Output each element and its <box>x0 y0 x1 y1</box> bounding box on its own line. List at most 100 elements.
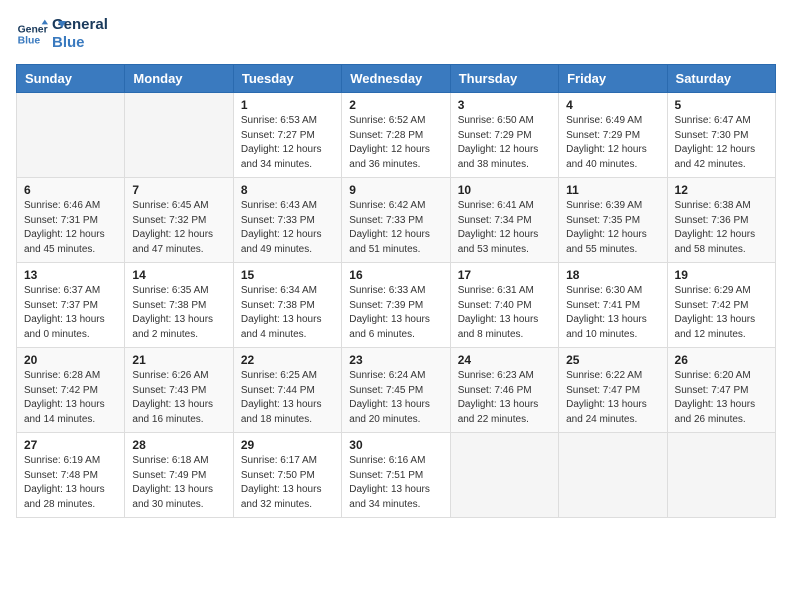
day-info: Sunrise: 6:39 AM Sunset: 7:35 PM Dayligh… <box>566 199 659 257</box>
calendar-cell: 12Sunrise: 6:38 AM Sunset: 7:36 PM Dayli… <box>667 178 775 263</box>
day-number: 18 <box>566 268 659 282</box>
calendar-week-row: 1 Sunrise: 6:53 AM Sunset: 7:27 PM Daylig… <box>17 93 776 178</box>
calendar-cell: 30Sunrise: 6:16 AM Sunset: 7:51 PM Dayli… <box>342 433 450 518</box>
svg-text:Blue: Blue <box>18 36 41 47</box>
calendar-cell: 27 Sunrise: 6:19 AM Sunset: 7:48 PM Dayli… <box>17 433 125 518</box>
calendar-cell: 5 Sunrise: 6:47 AM Sunset: 7:30 PM Daylig… <box>667 93 775 178</box>
calendar-cell: 6Sunrise: 6:46 AM Sunset: 7:31 PM Daylig… <box>17 178 125 263</box>
day-info: Sunrise: 6:24 AM Sunset: 7:45 PM Dayligh… <box>349 369 442 427</box>
calendar-cell: 4Sunrise: 6:49 AM Sunset: 7:29 PM Daylig… <box>559 93 667 178</box>
day-info: Sunrise: 6:28 AM Sunset: 7:42 PM Dayligh… <box>24 369 117 427</box>
calendar-cell: 24Sunrise: 6:23 AM Sunset: 7:46 PM Dayli… <box>450 348 558 433</box>
day-number: 21 <box>132 353 225 367</box>
day-number: 28 <box>132 438 225 452</box>
calendar-cell: 15 Sunrise: 6:34 AM Sunset: 7:38 PM Dayli… <box>233 263 341 348</box>
day-number: 16 <box>349 268 442 282</box>
day-info: Sunrise: 6:52 AM Sunset: 7:28 PM Dayligh… <box>349 114 442 172</box>
day-info: Sunrise: 6:18 AM Sunset: 7:49 PM Dayligh… <box>132 454 225 512</box>
day-info: Sunrise: 6:29 AM Sunset: 7:42 PM Dayligh… <box>675 284 768 342</box>
calendar-cell: 21 Sunrise: 6:26 AM Sunset: 7:43 PM Dayli… <box>125 348 233 433</box>
logo: General Blue General Blue <box>16 16 66 52</box>
day-number: 26 <box>675 353 768 367</box>
calendar-cell: 7 Sunrise: 6:45 AM Sunset: 7:32 PM Daylig… <box>125 178 233 263</box>
calendar-cell <box>450 433 558 518</box>
calendar-cell: 26 Sunrise: 6:20 AM Sunset: 7:47 PM Dayli… <box>667 348 775 433</box>
day-info: Sunrise: 6:20 AM Sunset: 7:47 PM Dayligh… <box>675 369 768 427</box>
day-info: Sunrise: 6:53 AM Sunset: 7:27 PM Dayligh… <box>241 114 334 172</box>
calendar-cell: 9 Sunrise: 6:42 AM Sunset: 7:33 PM Daylig… <box>342 178 450 263</box>
day-number: 25 <box>566 353 659 367</box>
logo-icon: General Blue <box>16 18 48 50</box>
column-header-wednesday: Wednesday <box>342 65 450 93</box>
day-number: 24 <box>458 353 551 367</box>
day-info: Sunrise: 6:49 AM Sunset: 7:29 PM Dayligh… <box>566 114 659 172</box>
calendar-cell: 19 Sunrise: 6:29 AM Sunset: 7:42 PM Dayli… <box>667 263 775 348</box>
calendar-cell: 11 Sunrise: 6:39 AM Sunset: 7:35 PM Dayli… <box>559 178 667 263</box>
calendar-cell <box>667 433 775 518</box>
day-info: Sunrise: 6:31 AM Sunset: 7:40 PM Dayligh… <box>458 284 551 342</box>
calendar-header-row: SundayMondayTuesdayWednesdayThursdayFrid… <box>17 65 776 93</box>
day-info: Sunrise: 6:17 AM Sunset: 7:50 PM Dayligh… <box>241 454 334 512</box>
day-info: Sunrise: 6:38 AM Sunset: 7:36 PM Dayligh… <box>675 199 768 257</box>
calendar-cell: 23 Sunrise: 6:24 AM Sunset: 7:45 PM Dayli… <box>342 348 450 433</box>
calendar-cell: 13Sunrise: 6:37 AM Sunset: 7:37 PM Dayli… <box>17 263 125 348</box>
day-number: 11 <box>566 183 659 197</box>
column-header-thursday: Thursday <box>450 65 558 93</box>
day-number: 8 <box>241 183 334 197</box>
day-info: Sunrise: 6:30 AM Sunset: 7:41 PM Dayligh… <box>566 284 659 342</box>
day-info: Sunrise: 6:34 AM Sunset: 7:38 PM Dayligh… <box>241 284 334 342</box>
day-number: 9 <box>349 183 442 197</box>
day-info: Sunrise: 6:37 AM Sunset: 7:37 PM Dayligh… <box>24 284 117 342</box>
day-info: Sunrise: 6:45 AM Sunset: 7:32 PM Dayligh… <box>132 199 225 257</box>
calendar-week-row: 6Sunrise: 6:46 AM Sunset: 7:31 PM Daylig… <box>17 178 776 263</box>
day-info: Sunrise: 6:50 AM Sunset: 7:29 PM Dayligh… <box>458 114 551 172</box>
calendar-cell <box>17 93 125 178</box>
calendar-cell: 20 Sunrise: 6:28 AM Sunset: 7:42 PM Dayli… <box>17 348 125 433</box>
calendar-cell <box>125 93 233 178</box>
calendar-week-row: 13Sunrise: 6:37 AM Sunset: 7:37 PM Dayli… <box>17 263 776 348</box>
column-header-sunday: Sunday <box>17 65 125 93</box>
day-number: 29 <box>241 438 334 452</box>
day-info: Sunrise: 6:41 AM Sunset: 7:34 PM Dayligh… <box>458 199 551 257</box>
day-info: Sunrise: 6:47 AM Sunset: 7:30 PM Dayligh… <box>675 114 768 172</box>
day-number: 19 <box>675 268 768 282</box>
calendar-cell: 25 Sunrise: 6:22 AM Sunset: 7:47 PM Dayli… <box>559 348 667 433</box>
calendar-cell: 3Sunrise: 6:50 AM Sunset: 7:29 PM Daylig… <box>450 93 558 178</box>
day-info: Sunrise: 6:35 AM Sunset: 7:38 PM Dayligh… <box>132 284 225 342</box>
page-header: General Blue General Blue <box>16 16 776 52</box>
column-header-monday: Monday <box>125 65 233 93</box>
calendar-cell: 10Sunrise: 6:41 AM Sunset: 7:34 PM Dayli… <box>450 178 558 263</box>
calendar-week-row: 20 Sunrise: 6:28 AM Sunset: 7:42 PM Dayli… <box>17 348 776 433</box>
calendar-cell: 8 Sunrise: 6:43 AM Sunset: 7:33 PM Daylig… <box>233 178 341 263</box>
day-number: 14 <box>132 268 225 282</box>
day-number: 22 <box>241 353 334 367</box>
day-info: Sunrise: 6:22 AM Sunset: 7:47 PM Dayligh… <box>566 369 659 427</box>
day-number: 15 <box>241 268 334 282</box>
day-number: 20 <box>24 353 117 367</box>
day-number: 23 <box>349 353 442 367</box>
column-header-friday: Friday <box>559 65 667 93</box>
day-number: 5 <box>675 98 768 112</box>
day-info: Sunrise: 6:25 AM Sunset: 7:44 PM Dayligh… <box>241 369 334 427</box>
calendar-cell: 29 Sunrise: 6:17 AM Sunset: 7:50 PM Dayli… <box>233 433 341 518</box>
logo-triangle-icon <box>48 19 66 37</box>
calendar-cell: 22 Sunrise: 6:25 AM Sunset: 7:44 PM Dayli… <box>233 348 341 433</box>
day-info: Sunrise: 6:46 AM Sunset: 7:31 PM Dayligh… <box>24 199 117 257</box>
day-number: 17 <box>458 268 551 282</box>
day-info: Sunrise: 6:33 AM Sunset: 7:39 PM Dayligh… <box>349 284 442 342</box>
column-header-tuesday: Tuesday <box>233 65 341 93</box>
day-number: 1 <box>241 98 334 112</box>
calendar-cell: 2Sunrise: 6:52 AM Sunset: 7:28 PM Daylig… <box>342 93 450 178</box>
day-info: Sunrise: 6:43 AM Sunset: 7:33 PM Dayligh… <box>241 199 334 257</box>
day-number: 7 <box>132 183 225 197</box>
calendar-cell: 18 Sunrise: 6:30 AM Sunset: 7:41 PM Dayli… <box>559 263 667 348</box>
calendar-week-row: 27 Sunrise: 6:19 AM Sunset: 7:48 PM Dayli… <box>17 433 776 518</box>
svg-text:General: General <box>18 24 48 35</box>
calendar-table: SundayMondayTuesdayWednesdayThursdayFrid… <box>16 64 776 518</box>
day-info: Sunrise: 6:19 AM Sunset: 7:48 PM Dayligh… <box>24 454 117 512</box>
calendar-cell: 17 Sunrise: 6:31 AM Sunset: 7:40 PM Dayli… <box>450 263 558 348</box>
calendar-cell <box>559 433 667 518</box>
day-info: Sunrise: 6:26 AM Sunset: 7:43 PM Dayligh… <box>132 369 225 427</box>
day-info: Sunrise: 6:42 AM Sunset: 7:33 PM Dayligh… <box>349 199 442 257</box>
day-number: 27 <box>24 438 117 452</box>
